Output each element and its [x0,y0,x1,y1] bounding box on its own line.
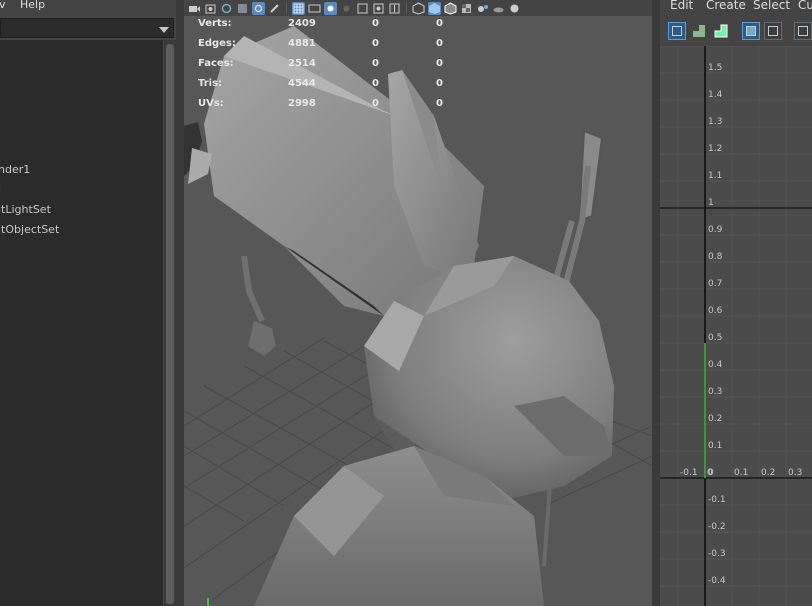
uv-v-tick-label: -0.3 [708,549,726,559]
uv-editor-menubar: Edit Create Select Cu [660,0,812,16]
uv-v-tick-label: 0.8 [708,252,723,262]
smooth-shade-icon[interactable] [428,1,441,15]
uv-editor-toolbar [660,16,812,46]
film-gate-icon[interactable] [308,2,321,15]
uv-grid-icon[interactable] [794,22,812,40]
ambient-occlusion-icon[interactable] [508,2,521,15]
outliner-filter-field[interactable] [0,18,174,38]
uv-editor-viewport[interactable]: 1.5 1.4 1.3 1.2 1.1 1 0.9 0.8 0.7 0.6 0.5 0.4 0.3 0.2… [660,46,812,606]
uv-v-tick-label: 0.9 [708,225,723,235]
menu-create[interactable]: Create [706,0,746,12]
pencil-icon[interactable] [268,2,281,15]
panel-divider[interactable] [176,0,184,606]
toolbar-separator [406,2,407,14]
outliner-item[interactable]: nder1 [0,161,30,179]
toolbar-separator [286,2,287,14]
uv-grid: 1.5 1.4 1.3 1.2 1.1 1 0.9 0.8 0.7 0.6 0.5 0.4 0.3 0.2… [660,46,812,606]
outliner-menubar: v Help [0,0,176,15]
uv-v-tick-label: 0.1 [708,441,722,451]
uv-u-tick-label: 0 [707,468,713,478]
wireframe-icon[interactable] [412,1,425,15]
grid-icon[interactable] [292,1,305,15]
outliner-scrollbar[interactable] [164,40,176,606]
lights-icon[interactable] [476,2,489,15]
uv-shell-icon[interactable] [690,22,708,40]
panel-divider[interactable] [652,0,660,606]
uv-distortion-icon[interactable] [764,22,782,40]
uv-v-tick-label: 0.4 [708,360,723,370]
uv-v-tick-label: -0.1 [708,495,726,505]
uv-select-icon[interactable] [668,22,686,40]
uv-u-tick-label: 0.1 [734,468,748,478]
perspective-viewport[interactable]: Verts: 2409 0 0 Edges: 4881 0 0 Faces: 2… [184,16,652,606]
camera-attributes-icon[interactable] [204,2,217,15]
outliner-item[interactable]: l [0,181,1,199]
outliner-item[interactable]: ltLightSet [0,201,51,219]
bookmark-icon[interactable] [220,2,233,15]
menu-select[interactable]: Select [753,0,790,12]
uv-v-tick-label: 0.5 [708,333,722,343]
uv-v-tick-label: -0.2 [708,522,726,532]
menu-edit[interactable]: Edit [670,0,693,12]
scrollbar-thumb[interactable] [166,44,174,604]
uv-v-tick-label: 1.1 [708,171,722,181]
uv-shell-border-icon[interactable] [712,22,730,40]
uv-v-tick-label: 1.4 [708,90,723,100]
menu-view[interactable]: v [0,0,6,11]
grease-pencil-icon[interactable] [252,1,265,15]
uv-v-tick-label: 1.5 [708,63,722,73]
viewport-toolbar [184,0,652,16]
uv-u-tick-label: -0.1 [680,468,698,478]
resolution-gate-icon[interactable] [324,1,337,15]
camera-icon[interactable] [188,2,201,15]
gate-mask-icon[interactable] [340,2,353,15]
menu-help[interactable]: Help [20,0,45,11]
wireframe-on-shaded-icon[interactable] [444,1,457,15]
uv-v-tick-label: 0.3 [708,387,722,397]
shadows-icon[interactable] [492,2,505,15]
field-chart-icon[interactable] [356,2,369,15]
uv-v-tick-label: 1 [708,198,714,208]
chevron-down-icon[interactable] [159,27,169,33]
uv-v-tick-label: 0.7 [708,279,722,289]
uv-v-tick-label: -0.4 [708,576,726,586]
outliner-item[interactable]: ltObjectSet [0,221,59,239]
scene-render [184,26,652,606]
textured-icon[interactable] [460,2,473,15]
outliner-panel: v Help nder1 l ltLightSet ltObjectSet [0,0,176,606]
image-plane-icon[interactable] [236,2,249,15]
outliner-list: nder1 l ltLightSet ltObjectSet [0,40,163,606]
safe-action-icon[interactable] [372,2,385,15]
uv-u-tick-label: 0.3 [788,468,802,478]
safe-title-icon[interactable] [388,2,401,15]
uv-v-tick-label: 1.2 [708,144,722,154]
uv-shaded-icon[interactable] [742,22,760,40]
uv-v-tick-label: 1.3 [708,117,722,127]
menu-cut[interactable]: Cu [798,0,812,12]
uv-v-tick-label: 0.2 [708,414,722,424]
uv-v-tick-label: 0.6 [708,306,723,316]
uv-u-tick-label: 0.2 [761,468,775,478]
